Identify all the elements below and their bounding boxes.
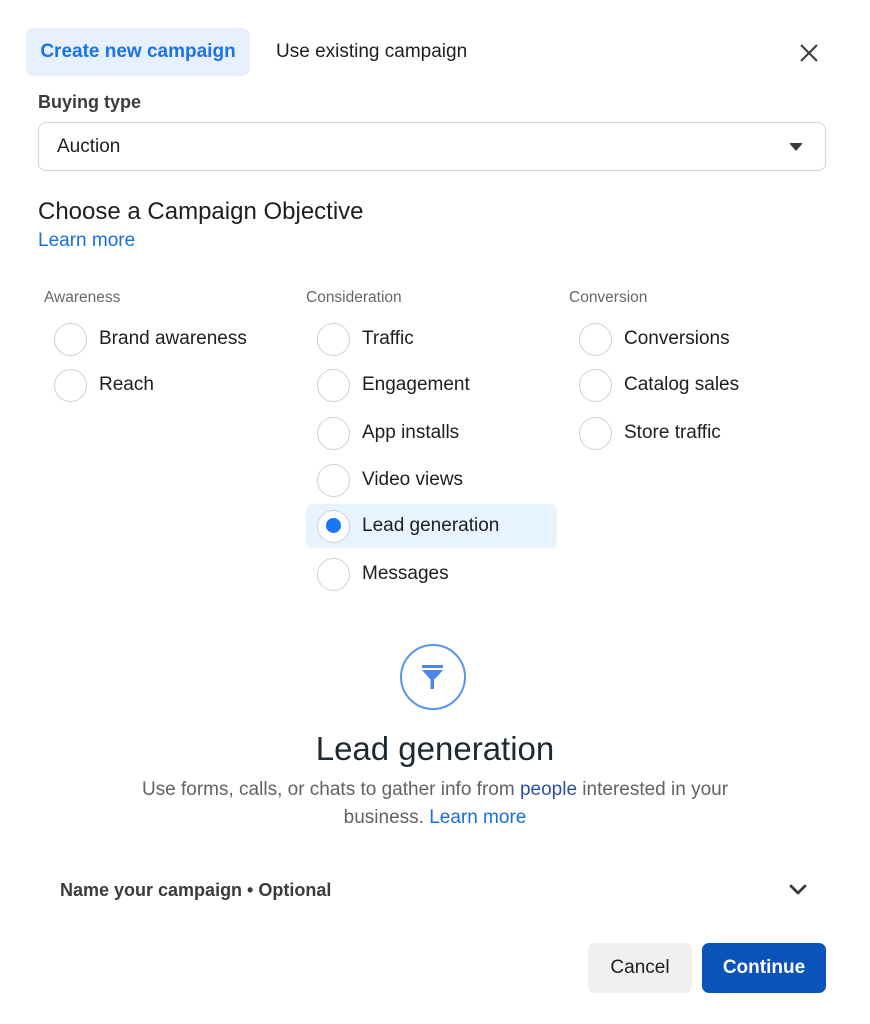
tab-label: Create new campaign xyxy=(40,41,236,62)
column-header-awareness: Awareness xyxy=(44,289,121,306)
option-label: Brand awareness xyxy=(99,328,247,349)
objective-icon-badge xyxy=(400,644,466,710)
tab-create-new-campaign[interactable]: Create new campaign xyxy=(26,28,250,76)
radio-button[interactable] xyxy=(317,416,350,450)
objective-learn-more-link[interactable]: Learn more xyxy=(38,230,135,252)
column-header-conversion: Conversion xyxy=(569,289,648,306)
objective-option-catalog-sales[interactable]: Catalog sales xyxy=(579,363,739,407)
radio-button[interactable] xyxy=(317,557,350,591)
detail-description-text: Use forms, calls, or chats to gather inf… xyxy=(141,779,520,800)
buying-type-value: Auction xyxy=(57,135,121,157)
detail-title: Lead generation xyxy=(315,730,555,767)
people-link[interactable]: people xyxy=(520,779,577,800)
detail-description: Use forms, calls, or chats to gather inf… xyxy=(110,776,760,832)
radio-button[interactable] xyxy=(54,368,87,402)
radio-button[interactable] xyxy=(54,322,87,356)
name-campaign-label: Name your campaign • Optional xyxy=(60,879,332,900)
objective-option-video-views[interactable]: Video views xyxy=(317,458,463,502)
objective-option-reach[interactable]: Reach xyxy=(54,363,154,407)
continue-button-label: Continue xyxy=(722,957,806,978)
option-label: Video views xyxy=(362,469,464,490)
buying-type-select[interactable]: Auction xyxy=(38,122,826,171)
chevron-down-icon xyxy=(789,884,807,895)
cancel-button[interactable]: Cancel xyxy=(588,943,692,993)
cancel-button-label: Cancel xyxy=(610,957,670,978)
objective-option-app-installs[interactable]: App installs xyxy=(317,411,459,455)
column-header-consideration: Consideration xyxy=(306,289,402,306)
tab-label: Use existing campaign xyxy=(276,41,468,62)
option-label: Reach xyxy=(99,374,154,395)
caret-down-icon xyxy=(789,143,803,151)
radio-button[interactable] xyxy=(579,416,612,450)
radio-button[interactable] xyxy=(579,322,612,356)
radio-button[interactable] xyxy=(317,322,350,356)
objective-option-brand-awareness[interactable]: Brand awareness xyxy=(54,317,247,361)
objective-option-lead-generation[interactable]: Lead generation xyxy=(306,504,557,548)
option-label: Conversions xyxy=(624,328,730,349)
objective-option-traffic[interactable]: Traffic xyxy=(317,317,414,361)
name-campaign-expander[interactable]: Name your campaign • Optional xyxy=(60,876,808,904)
funnel-icon xyxy=(422,665,443,689)
option-label: Catalog sales xyxy=(624,374,740,395)
objective-option-engagement[interactable]: Engagement xyxy=(317,363,470,407)
close-icon xyxy=(800,44,818,62)
radio-button[interactable] xyxy=(317,463,350,497)
objective-option-store-traffic[interactable]: Store traffic xyxy=(579,411,721,455)
objective-option-conversions[interactable]: Conversions xyxy=(579,317,730,361)
radio-button[interactable] xyxy=(317,368,350,402)
objective-option-messages[interactable]: Messages xyxy=(317,552,449,596)
close-button[interactable] xyxy=(796,40,822,66)
option-label: Lead generation xyxy=(362,515,500,536)
tab-use-existing-campaign[interactable]: Use existing campaign xyxy=(276,28,467,76)
option-label: Messages xyxy=(362,563,449,584)
radio-button[interactable] xyxy=(579,368,612,402)
option-label: App installs xyxy=(362,422,460,443)
objective-title: Choose a Campaign Objective xyxy=(38,198,364,225)
option-label: Engagement xyxy=(362,374,470,395)
detail-learn-more-link[interactable]: Learn more xyxy=(429,807,526,828)
buying-type-label: Buying type xyxy=(38,92,142,112)
option-label: Store traffic xyxy=(624,422,721,443)
option-label: Traffic xyxy=(362,328,414,349)
radio-button-checked[interactable] xyxy=(317,509,350,543)
continue-button[interactable]: Continue xyxy=(702,943,826,993)
